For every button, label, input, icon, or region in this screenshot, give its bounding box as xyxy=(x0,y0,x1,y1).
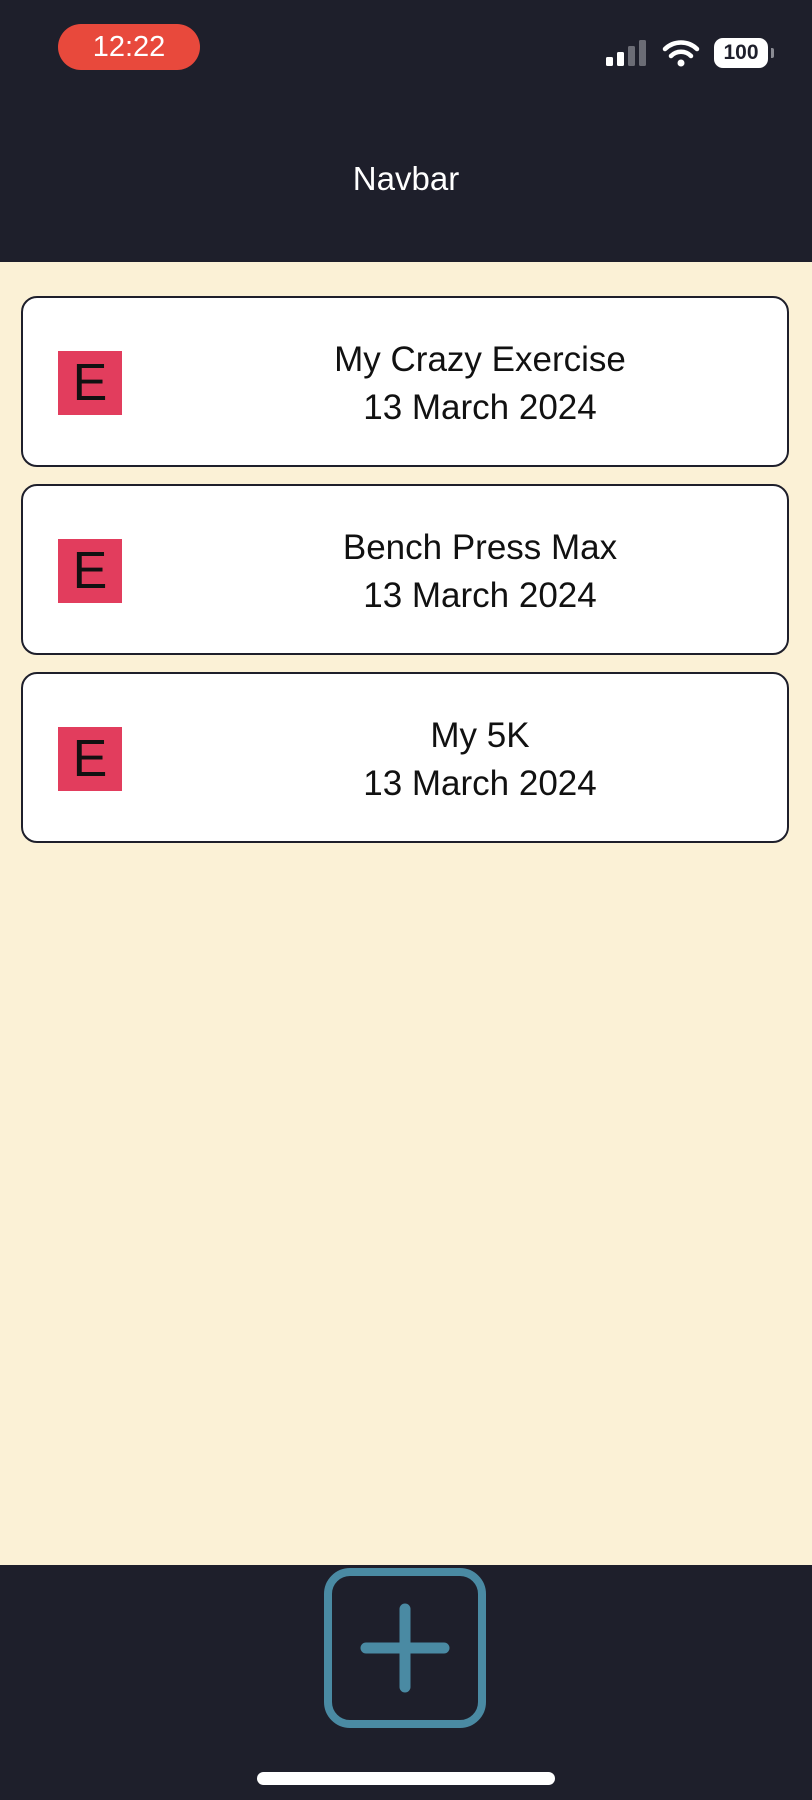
exercise-info: My Crazy Exercise 13 March 2024 xyxy=(173,336,787,432)
exercise-date: 13 March 2024 xyxy=(363,764,597,803)
plus-icon xyxy=(360,1603,450,1693)
exercise-info: Bench Press Max 13 March 2024 xyxy=(173,524,787,620)
navbar-title: Navbar xyxy=(352,160,460,197)
battery-icon: 100 xyxy=(714,38,774,68)
home-indicator xyxy=(257,1772,555,1785)
exercise-name: My Crazy Exercise xyxy=(334,340,626,379)
header: 12:22 100 Navbar xyxy=(0,0,812,262)
exercise-date: 13 March 2024 xyxy=(363,576,597,615)
exercise-badge: E xyxy=(58,351,122,415)
status-time: 12:22 xyxy=(58,24,200,70)
exercise-list: E My Crazy Exercise 13 March 2024 E Benc… xyxy=(21,296,789,860)
exercise-card[interactable]: E My 5K 13 March 2024 xyxy=(21,672,789,843)
exercise-info: My 5K 13 March 2024 xyxy=(173,712,787,808)
exercise-badge: E xyxy=(58,727,122,791)
status-icons: 100 xyxy=(604,36,774,70)
exercise-date: 13 March 2024 xyxy=(363,388,597,427)
exercise-name: Bench Press Max xyxy=(342,528,618,567)
exercise-card[interactable]: E My Crazy Exercise 13 March 2024 xyxy=(21,296,789,467)
exercise-name: My 5K xyxy=(430,716,530,755)
exercise-card[interactable]: E Bench Press Max 13 March 2024 xyxy=(21,484,789,655)
add-exercise-button[interactable] xyxy=(324,1568,486,1728)
exercise-badge: E xyxy=(58,539,122,603)
wifi-icon xyxy=(662,40,700,67)
signal-icon xyxy=(606,40,646,66)
